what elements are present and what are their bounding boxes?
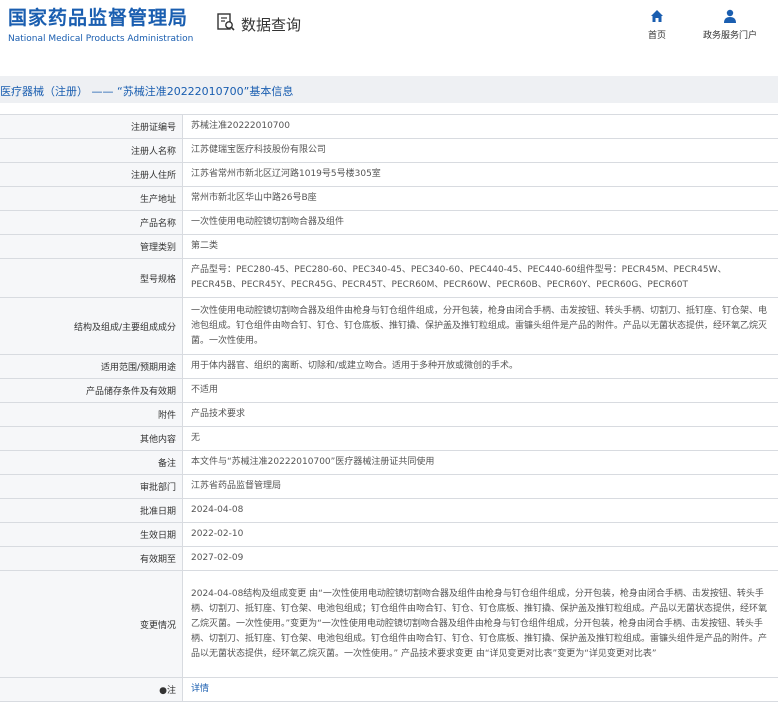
row-value-text: 本文件与“苏械注准20222010700”医疗器械注册证共同使用 <box>191 457 435 467</box>
data-query-label: 数据查询 <box>241 15 302 34</box>
table-row: 注册人住所 江苏省常州市新北区辽河路1019号5号楼305室 <box>0 163 778 187</box>
table-row: 生产地址 常州市新北区华山中路26号B座 <box>0 187 778 211</box>
row-value: 苏械注准20222010700 <box>183 115 778 138</box>
row-value: 江苏省药品监督管理局 <box>183 475 778 498</box>
row-value-text: 2024-04-08结构及组成变更 由“一次性使用电动腔镜切割吻合器及组件由枪身… <box>191 588 768 659</box>
table-row: 型号规格 产品型号：PEC280-45、PEC280-60、PEC340-45、… <box>0 259 778 298</box>
table-row: 产品名称 一次性使用电动腔镜切割吻合器及组件 <box>0 211 778 235</box>
row-value: 产品技术要求 <box>183 403 778 426</box>
row-value: 一次性使用电动腔镜切割吻合器及组件 <box>183 211 778 234</box>
table-row: 生效日期 2022-02-10 <box>0 523 778 547</box>
row-value-text: 2024-04-08 <box>191 505 244 515</box>
row-value: 用于体内器官、组织的离断、切除和/或建立吻合。适用于多种开放或微创的手术。 <box>183 355 778 378</box>
row-value-text: 用于体内器官、组织的离断、切除和/或建立吻合。适用于多种开放或微创的手术。 <box>191 361 519 371</box>
site-logo[interactable]: 国家药品监督管理局 National Medical Products Admi… <box>8 6 193 46</box>
table-row: 审批部门 江苏省药品监督管理局 <box>0 475 778 499</box>
nav-home[interactable]: 首页 <box>648 8 666 41</box>
table-row: 注册证编号 苏械注准20222010700 <box>0 115 778 139</box>
table-row: ●注 详情 <box>0 678 778 702</box>
row-label: 审批部门 <box>0 475 183 498</box>
row-value-text: 一次性使用电动腔镜切割吻合器及组件由枪身与钉仓组件组成，分开包装，枪身由闭合手柄… <box>191 305 768 346</box>
row-value-text: 江苏健瑞宝医疗科技股份有限公司 <box>191 145 327 155</box>
row-value-text: 产品技术要求 <box>191 409 246 419</box>
row-value: 2022-02-10 <box>183 523 778 546</box>
row-label: 备注 <box>0 451 183 474</box>
table-row: 结构及组成/主要组成成分 一次性使用电动腔镜切割吻合器及组件由枪身与钉仓组件组成… <box>0 298 778 355</box>
row-value: 江苏省常州市新北区辽河路1019号5号楼305室 <box>183 163 778 186</box>
row-value-text: 2022-02-10 <box>191 529 244 539</box>
detail-table: 注册证编号 苏械注准20222010700 注册人名称 江苏健瑞宝医疗科技股份有… <box>0 114 778 702</box>
row-label: 有效期至 <box>0 547 183 570</box>
row-value: 不适用 <box>183 379 778 402</box>
row-value-text: 江苏省药品监督管理局 <box>191 481 282 491</box>
row-value: 常州市新北区华山中路26号B座 <box>183 187 778 210</box>
row-value: 2024-04-08结构及组成变更 由“一次性使用电动腔镜切割吻合器及组件由枪身… <box>183 571 778 677</box>
row-value-text: 常州市新北区华山中路26号B座 <box>191 193 317 203</box>
row-label: 型号规格 <box>0 259 183 297</box>
row-label: 管理类别 <box>0 235 183 258</box>
row-value-text: 第二类 <box>191 241 219 251</box>
row-value-text: 2027-02-09 <box>191 553 244 563</box>
nav-gov-portal[interactable]: 政务服务门户 <box>703 8 757 41</box>
row-label: 注册人名称 <box>0 139 183 162</box>
row-value-text: 江苏省常州市新北区辽河路1019号5号楼305室 <box>191 169 381 179</box>
row-value-text: 一次性使用电动腔镜切割吻合器及组件 <box>191 217 345 227</box>
row-value: 无 <box>183 427 778 450</box>
row-value: 本文件与“苏械注准20222010700”医疗器械注册证共同使用 <box>183 451 778 474</box>
row-value-text: 不适用 <box>191 385 219 395</box>
details-link[interactable]: 详情 <box>191 682 209 697</box>
row-label: 附件 <box>0 403 183 426</box>
logo-title-cn: 国家药品监督管理局 <box>8 7 189 29</box>
table-row: 适用范围/预期用途 用于体内器官、组织的离断、切除和/或建立吻合。适用于多种开放… <box>0 355 778 379</box>
row-value: 第二类 <box>183 235 778 258</box>
document-search-icon <box>216 12 236 36</box>
table-row: 批准日期 2024-04-08 <box>0 499 778 523</box>
data-query-link[interactable]: 数据查询 <box>216 12 301 36</box>
row-label: 其他内容 <box>0 427 183 450</box>
row-label: 注册人住所 <box>0 163 183 186</box>
site-header: 国家药品监督管理局 National Medical Products Admi… <box>0 0 778 70</box>
row-value: 2024-04-08 <box>183 499 778 522</box>
logo-title-en: National Medical Products Administration <box>8 34 194 44</box>
row-value: 详情 <box>183 678 778 701</box>
table-row: 其他内容 无 <box>0 427 778 451</box>
row-label: 适用范围/预期用途 <box>0 355 183 378</box>
row-label: 生产地址 <box>0 187 183 210</box>
table-row: 变更情况 2024-04-08结构及组成变更 由“一次性使用电动腔镜切割吻合器及… <box>0 571 778 678</box>
row-label: 产品储存条件及有效期 <box>0 379 183 402</box>
breadcrumb: 医疗器械（注册） —— “苏械注准20222010700”基本信息 <box>0 76 778 103</box>
nav-gov-portal-label: 政务服务门户 <box>703 31 758 41</box>
row-label: 批准日期 <box>0 499 183 522</box>
row-label: 结构及组成/主要组成成分 <box>0 298 183 354</box>
row-label: 注册证编号 <box>0 115 183 138</box>
row-value-text: 苏械注准20222010700 <box>191 121 290 131</box>
table-row: 产品储存条件及有效期 不适用 <box>0 379 778 403</box>
nav-home-label: 首页 <box>648 31 667 41</box>
row-label: 产品名称 <box>0 211 183 234</box>
row-value-text: 无 <box>191 433 201 443</box>
home-icon <box>648 8 666 24</box>
user-icon <box>703 8 757 24</box>
row-label: 变更情况 <box>0 571 183 677</box>
table-row: 有效期至 2027-02-09 <box>0 547 778 571</box>
table-row: 附件 产品技术要求 <box>0 403 778 427</box>
row-value: 2027-02-09 <box>183 547 778 570</box>
table-row: 注册人名称 江苏健瑞宝医疗科技股份有限公司 <box>0 139 778 163</box>
row-value: 一次性使用电动腔镜切割吻合器及组件由枪身与钉仓组件组成，分开包装，枪身由闭合手柄… <box>183 298 778 354</box>
row-value: 产品型号：PEC280-45、PEC280-60、PEC340-45、PEC34… <box>183 259 778 297</box>
row-label: 生效日期 <box>0 523 183 546</box>
row-value-text: 产品型号：PEC280-45、PEC280-60、PEC340-45、PEC34… <box>191 265 727 290</box>
row-value: 江苏健瑞宝医疗科技股份有限公司 <box>183 139 778 162</box>
table-row: 管理类别 第二类 <box>0 235 778 259</box>
table-row: 备注 本文件与“苏械注准20222010700”医疗器械注册证共同使用 <box>0 451 778 475</box>
breadcrumb-text: 医疗器械（注册） —— “苏械注准20222010700”基本信息 <box>0 85 294 98</box>
row-label: ●注 <box>0 678 183 701</box>
